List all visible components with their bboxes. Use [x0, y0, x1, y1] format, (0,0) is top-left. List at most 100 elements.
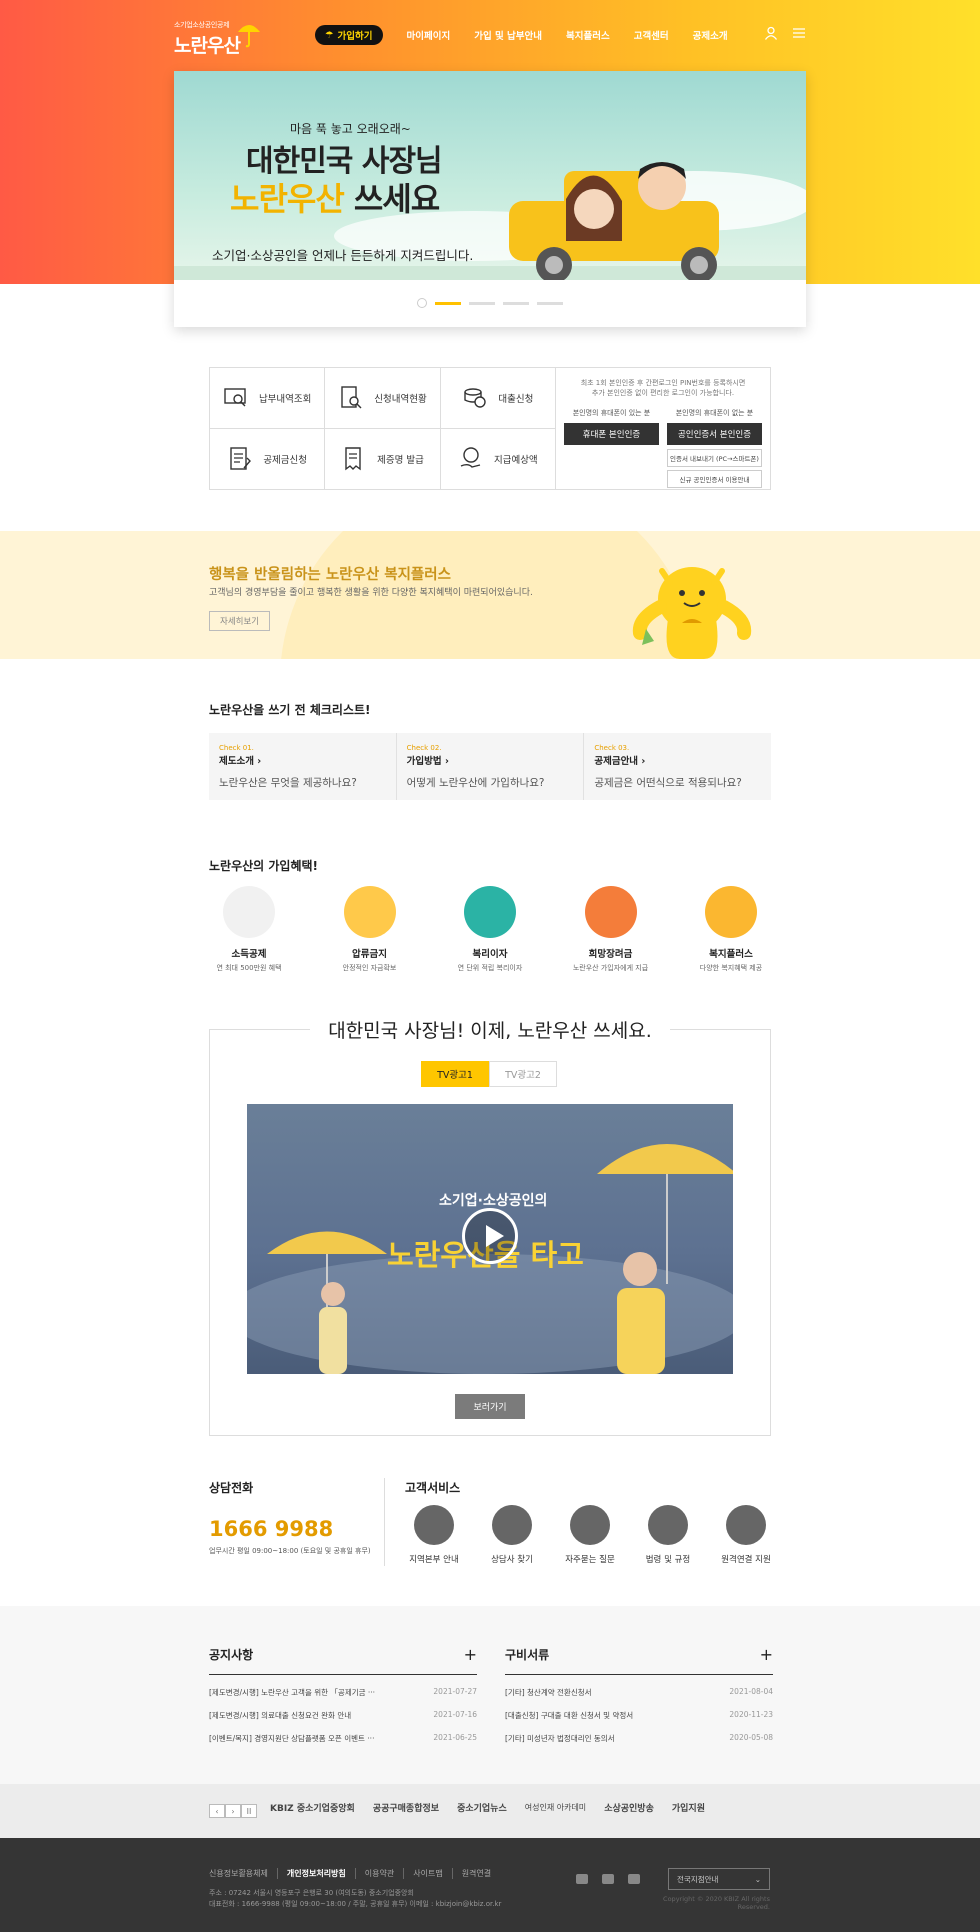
docs-title: 구비서류	[505, 1648, 550, 1662]
docs-text: [기타] 청산계약 전환신청서	[505, 1688, 592, 1697]
contact-title: 상담전화	[209, 1481, 254, 1495]
cs-item-faq[interactable]: 자주묻는 질문	[556, 1505, 624, 1565]
nav-welfare[interactable]: 복지플러스	[566, 28, 610, 42]
contact-number[interactable]: 1666 9988	[209, 1517, 333, 1541]
check-title: 가입방법 ›	[407, 753, 574, 767]
next-icon[interactable]: ›	[225, 1804, 241, 1818]
cs-item-remote[interactable]: 원격연결 지원	[712, 1505, 780, 1565]
partner-logo[interactable]: 중소기업뉴스	[457, 1801, 507, 1814]
join-label: 가입하기	[337, 31, 373, 42]
checklist-item[interactable]: Check 02. 가입방법 › 어떻게 노란우산에 가입하나요?	[397, 733, 585, 800]
blog-icon[interactable]	[602, 1874, 614, 1884]
facebook-icon[interactable]	[576, 1874, 588, 1884]
footer-link[interactable]: 원격연결	[453, 1868, 500, 1879]
nav-mypage[interactable]: 마이페이지	[407, 28, 451, 42]
service-application-status[interactable]: 신청내역현황	[325, 368, 441, 429]
copyright: Copyright © 2020 KBIZ All rights Reserve…	[663, 1895, 770, 1911]
docs-board: 구비서류 + [기타] 청산계약 전환신청서 2021-08-04 [대출신청] …	[505, 1645, 773, 1744]
header: 소기업소상공인공제 노란우산 ☂ 가입하기 마이페이지 가입 및 납부안내 복지…	[0, 0, 980, 70]
benefit-item[interactable]: 희망장려금 노란우산 가입자에게 지급	[571, 886, 651, 973]
partner-logo[interactable]: 가입지원	[672, 1801, 705, 1814]
plus-icon[interactable]: +	[464, 1645, 477, 1664]
umbrella-icon	[238, 25, 260, 48]
nav-about[interactable]: 공제소개	[693, 28, 728, 42]
slide-dot[interactable]	[435, 301, 461, 305]
cs-item-region[interactable]: 지역본부 안내	[400, 1505, 468, 1565]
footer-link[interactable]: 사이트맵	[404, 1868, 453, 1879]
benefit-title: 희망장려금	[588, 949, 633, 960]
partner-logo[interactable]: KBIZ 중소기업중앙회	[270, 1801, 355, 1814]
nav-join-guide[interactable]: 가입 및 납부안내	[474, 28, 542, 42]
service-payment-history[interactable]: 납부내역조회	[210, 368, 326, 429]
logo[interactable]: 소기업소상공인공제 노란우산	[174, 20, 260, 58]
phone-auth-button[interactable]: 휴대폰 본인인증	[564, 423, 659, 445]
auth-col-phone: 본인명의 휴대폰이 있는 분 휴대폰 본인인증	[564, 408, 659, 491]
docs-row[interactable]: [대출신청] 구대출 대환 신청서 및 약정서 2020-11-23	[505, 1710, 773, 1721]
slide-dot[interactable]	[537, 301, 563, 305]
user-icon[interactable]	[764, 26, 778, 40]
service-loan[interactable]: 대출신청	[440, 368, 556, 429]
cs-label: 원격연결 지원	[721, 1555, 771, 1565]
partner-logo[interactable]: 소상공인방송	[604, 1801, 654, 1814]
docs-header: 구비서류 +	[505, 1645, 773, 1675]
youtube-icon[interactable]	[628, 1874, 640, 1884]
footer-link[interactable]: 신용정보활용체제	[209, 1868, 278, 1879]
checklist-item[interactable]: Check 03. 공제금안내 › 공제금은 어떤식으로 적용되나요?	[584, 733, 771, 800]
benefit-item[interactable]: 복리이자 연 단위 적립 복리이자	[450, 886, 530, 973]
slide-dot[interactable]	[503, 301, 529, 305]
checklist-item[interactable]: Check 01. 제도소개 › 노란우산은 무엇을 제공하나요?	[209, 733, 397, 800]
cert-guide-button[interactable]: 신규 공인인증서 이용안내	[667, 470, 762, 488]
slide-dot[interactable]	[469, 301, 495, 305]
benefit-desc: 노란우산 가입자에게 지급	[572, 964, 649, 972]
notice-row[interactable]: [제도변경/시행] 의료대출 신청요건 완화 안내 2021-07-16	[209, 1710, 477, 1721]
notice-title: 공지사항	[209, 1648, 254, 1662]
benefit-item[interactable]: 압류금지 안정적인 자금확보	[330, 886, 410, 973]
chevron-right-icon: ›	[641, 756, 646, 767]
footer-link-privacy[interactable]: 개인정보처리방침	[278, 1868, 356, 1879]
benefit-item[interactable]: 복지플러스 다양한 복지혜택 제공	[691, 886, 771, 973]
nav-customer-center[interactable]: 고객센터	[634, 28, 669, 42]
join-button[interactable]: ☂ 가입하기	[315, 25, 383, 45]
pause-icon[interactable]: II	[241, 1804, 257, 1818]
watch-button[interactable]: 보러가기	[455, 1394, 525, 1419]
docs-row[interactable]: [기타] 미성년자 법정대리인 동의서 2020-05-08	[505, 1733, 773, 1744]
notice-row[interactable]: [이벤트/복지] 경영지원단 상담플랫폼 오픈 이벤트 ··· 2021-06-2…	[209, 1733, 477, 1744]
cs-item-counselor[interactable]: 상담사 찾기	[478, 1505, 546, 1565]
umbrella-plus-icon	[705, 886, 757, 938]
prev-icon[interactable]: ‹	[209, 1804, 225, 1818]
auth-label: 본인명의 휴대폰이 없는 분	[675, 409, 754, 417]
play-icon[interactable]	[462, 1208, 518, 1264]
service-certificate[interactable]: 제증명 발급	[325, 428, 441, 489]
branch-select[interactable]: 전국지점안내 ⌄	[668, 1868, 770, 1890]
main-banner[interactable]: 마음 푹 놓고 오래오래~ 대한민국 사장님 노란우산 쓰세요 소기업·소상공인…	[174, 71, 806, 327]
notice-row[interactable]: [제도변경/시행] 노란우산 고객을 위한 「공제기금 ··· 2021-07-2…	[209, 1687, 477, 1698]
partner-bar: ‹ › II KBIZ 중소기업중앙회 공공구매종합정보 중소기업뉴스 여성인재…	[0, 1784, 980, 1838]
docs-date: 2021-08-04	[729, 1687, 773, 1696]
chevron-right-icon: ›	[444, 756, 449, 767]
cert-export-button[interactable]: 인증서 내보내기 (PC→스마트폰)	[667, 449, 762, 467]
cs-item-laws[interactable]: 법령 및 규정	[634, 1505, 702, 1565]
auth-panel: 최초 1회 본인인증 후 간편로그인 PIN번호를 등록하시면 추가 본인인증 …	[556, 368, 770, 489]
computer-icon	[726, 1505, 766, 1545]
welfare-more-button[interactable]: 자세히보기	[209, 611, 271, 631]
docs-row[interactable]: [기타] 청산계약 전환신청서 2021-08-04	[505, 1687, 773, 1698]
tab-tv-ad-1[interactable]: TV광고1	[421, 1061, 489, 1087]
logo-subtitle: 소기업소상공인공제	[174, 21, 230, 29]
service-claim[interactable]: 공제금신청	[210, 428, 326, 489]
benefit-item[interactable]: 소득공제 연 최대 500만원 혜택	[209, 886, 289, 973]
branch-select-value: 전국지점안내	[677, 1874, 719, 1884]
cert-auth-button[interactable]: 공인인증서 본인인증	[667, 423, 762, 445]
video-player[interactable]: 소기업·소상공인의 노란우산을 타고	[247, 1104, 733, 1374]
footer-link[interactable]: 이용약관	[356, 1868, 405, 1879]
tab-tv-ad-2[interactable]: TV광고2	[489, 1061, 557, 1087]
banner-subtitle: 소기업·소상공인을 언제나 든든하게 지켜드립니다.	[212, 248, 474, 263]
service-expected-payment[interactable]: 지급예상액	[441, 428, 556, 489]
pause-icon[interactable]	[417, 298, 427, 308]
check-number: Check 01.	[219, 744, 254, 752]
plus-icon[interactable]: +	[760, 1645, 773, 1664]
money-bag-icon	[584, 886, 637, 938]
menu-icon[interactable]	[792, 26, 806, 40]
partner-controls: ‹ › II	[209, 1804, 257, 1818]
partner-logo[interactable]: 공공구매종합정보	[373, 1801, 439, 1814]
partner-logo[interactable]: 여성인재 아카데미	[525, 1802, 586, 1813]
